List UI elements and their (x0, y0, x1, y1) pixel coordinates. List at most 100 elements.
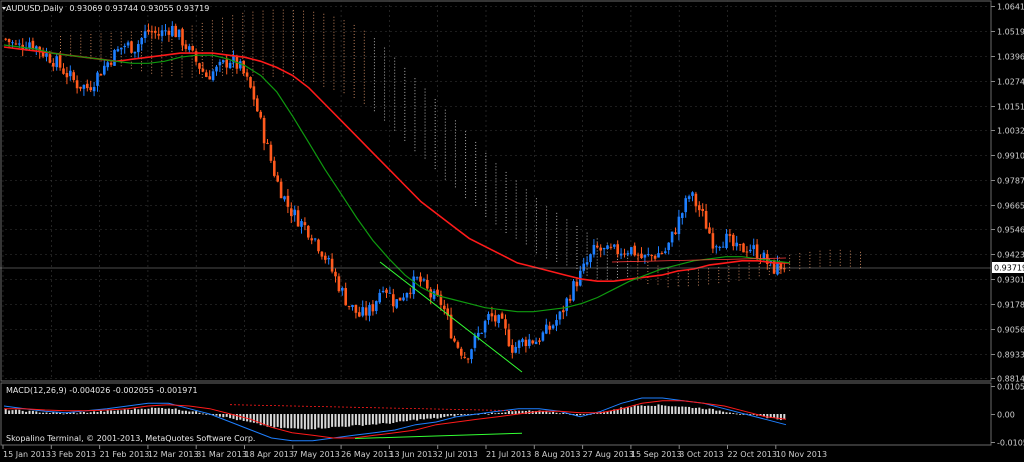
cloud-dot (414, 108, 416, 110)
macd-bar (660, 405, 663, 414)
cloud-dot (282, 30, 284, 32)
cloud-dot (282, 60, 284, 62)
cloud-dot (657, 271, 659, 273)
cloud-dot (606, 275, 608, 277)
cloud-dot (394, 105, 396, 107)
candle-body (640, 253, 643, 259)
cloud-dot (414, 90, 416, 92)
cloud-dot (708, 271, 710, 273)
macd-bar (198, 412, 201, 414)
cloud-dot (141, 55, 143, 57)
cloud-dot (373, 41, 375, 43)
candle-body (415, 277, 419, 279)
candle-body (490, 313, 494, 317)
cloud-dot (414, 78, 416, 80)
cloud-dot (687, 279, 689, 281)
cloud-dot (556, 227, 558, 229)
cloud-dot (394, 60, 396, 62)
macd-bar (514, 411, 517, 414)
macd-bar (555, 412, 558, 414)
cloud-dot (495, 166, 497, 168)
macd-bar (93, 411, 96, 414)
cloud-dot (465, 197, 467, 199)
cloud-dot (485, 161, 487, 163)
candle-body (511, 345, 514, 353)
candle-body (698, 205, 701, 211)
cloud-dot (313, 59, 315, 61)
cloud-dot (161, 72, 163, 74)
cloud-dot (353, 81, 355, 83)
cloud-dot (414, 150, 416, 152)
cloud-dot (120, 65, 122, 67)
cloud-dot (272, 12, 274, 14)
cloud-dot (262, 52, 264, 54)
macd-bar (341, 414, 344, 427)
cloud-dot (343, 71, 345, 73)
candle-body (708, 227, 711, 234)
macd-y-tick-label: -0.0105 (997, 439, 1024, 448)
macd-bar (8, 410, 11, 414)
cloud-dot (434, 129, 436, 131)
candle-body (419, 276, 422, 282)
candle-body (198, 63, 201, 69)
moving-averages (3, 44, 791, 313)
cloud-dot (363, 93, 365, 95)
cloud-dot (414, 84, 416, 86)
macd-bar (657, 404, 660, 414)
cloud-dot (576, 264, 578, 266)
cloud-dot (211, 59, 213, 61)
candle-body (7, 39, 11, 43)
cloud-dot (444, 178, 446, 180)
cloud-dot (343, 41, 345, 43)
y-tick-label: 0.96650 (997, 202, 1024, 211)
cloud-dot (201, 34, 203, 36)
cloud-dot (546, 215, 548, 217)
chart-canvas[interactable]: 1.064151.051901.039651.027401.015151.003… (0, 0, 1024, 462)
cloud-dot (515, 198, 517, 200)
macd-bar (365, 414, 368, 425)
cloud-dot (242, 51, 244, 53)
cloud-dot (70, 35, 72, 37)
cloud-dot (556, 224, 558, 226)
cloud-dot (485, 173, 487, 175)
cloud-dot (201, 22, 203, 24)
cloud-dot (799, 262, 801, 264)
cloud-dot (282, 33, 284, 35)
cloud-dot (829, 264, 831, 266)
candle-body (317, 239, 320, 252)
cloud-dot (444, 166, 446, 168)
cloud-dot (120, 38, 122, 40)
macd-y-tick-label: 0.00 (997, 411, 1015, 420)
cloud-dot (373, 95, 375, 97)
cloud-dot (242, 21, 244, 23)
cloud-dot (191, 28, 193, 30)
cloud-dot (384, 80, 386, 82)
candle-body (174, 25, 177, 38)
cloud-dot (546, 227, 548, 229)
candle-body (483, 321, 487, 333)
cloud-dot (222, 38, 224, 40)
x-tick-label: 21 Jul 2013 (486, 450, 531, 459)
cloud-dot (475, 189, 477, 191)
price-pane[interactable]: 1.064151.051901.039651.027401.015151.003… (0, 0, 1024, 384)
macd-bar (732, 413, 735, 414)
cloud-dot (515, 219, 517, 221)
candle-body (211, 71, 215, 81)
cloud-dot (586, 238, 588, 240)
cloud-dot (272, 15, 274, 17)
cloud-dot (394, 129, 396, 131)
cloud-dot (586, 274, 588, 276)
cloud-dot (232, 30, 234, 32)
cloud-dot (819, 262, 821, 264)
cloud-dot (495, 217, 497, 219)
macd-pane[interactable]: 0.0105350.00-0.0105 MACD(12,26,9) -0.004… (0, 382, 1024, 448)
candle-body (52, 63, 55, 67)
macd-bar (647, 405, 650, 414)
candle-body (300, 221, 303, 227)
cloud-dot (222, 26, 224, 28)
cloud-dot (546, 251, 548, 253)
cloud-dot (535, 216, 537, 218)
macd-axis: 0.0105350.00-0.0105 (991, 383, 1024, 448)
macd-bar (113, 410, 116, 414)
cloud-dot (353, 54, 355, 56)
